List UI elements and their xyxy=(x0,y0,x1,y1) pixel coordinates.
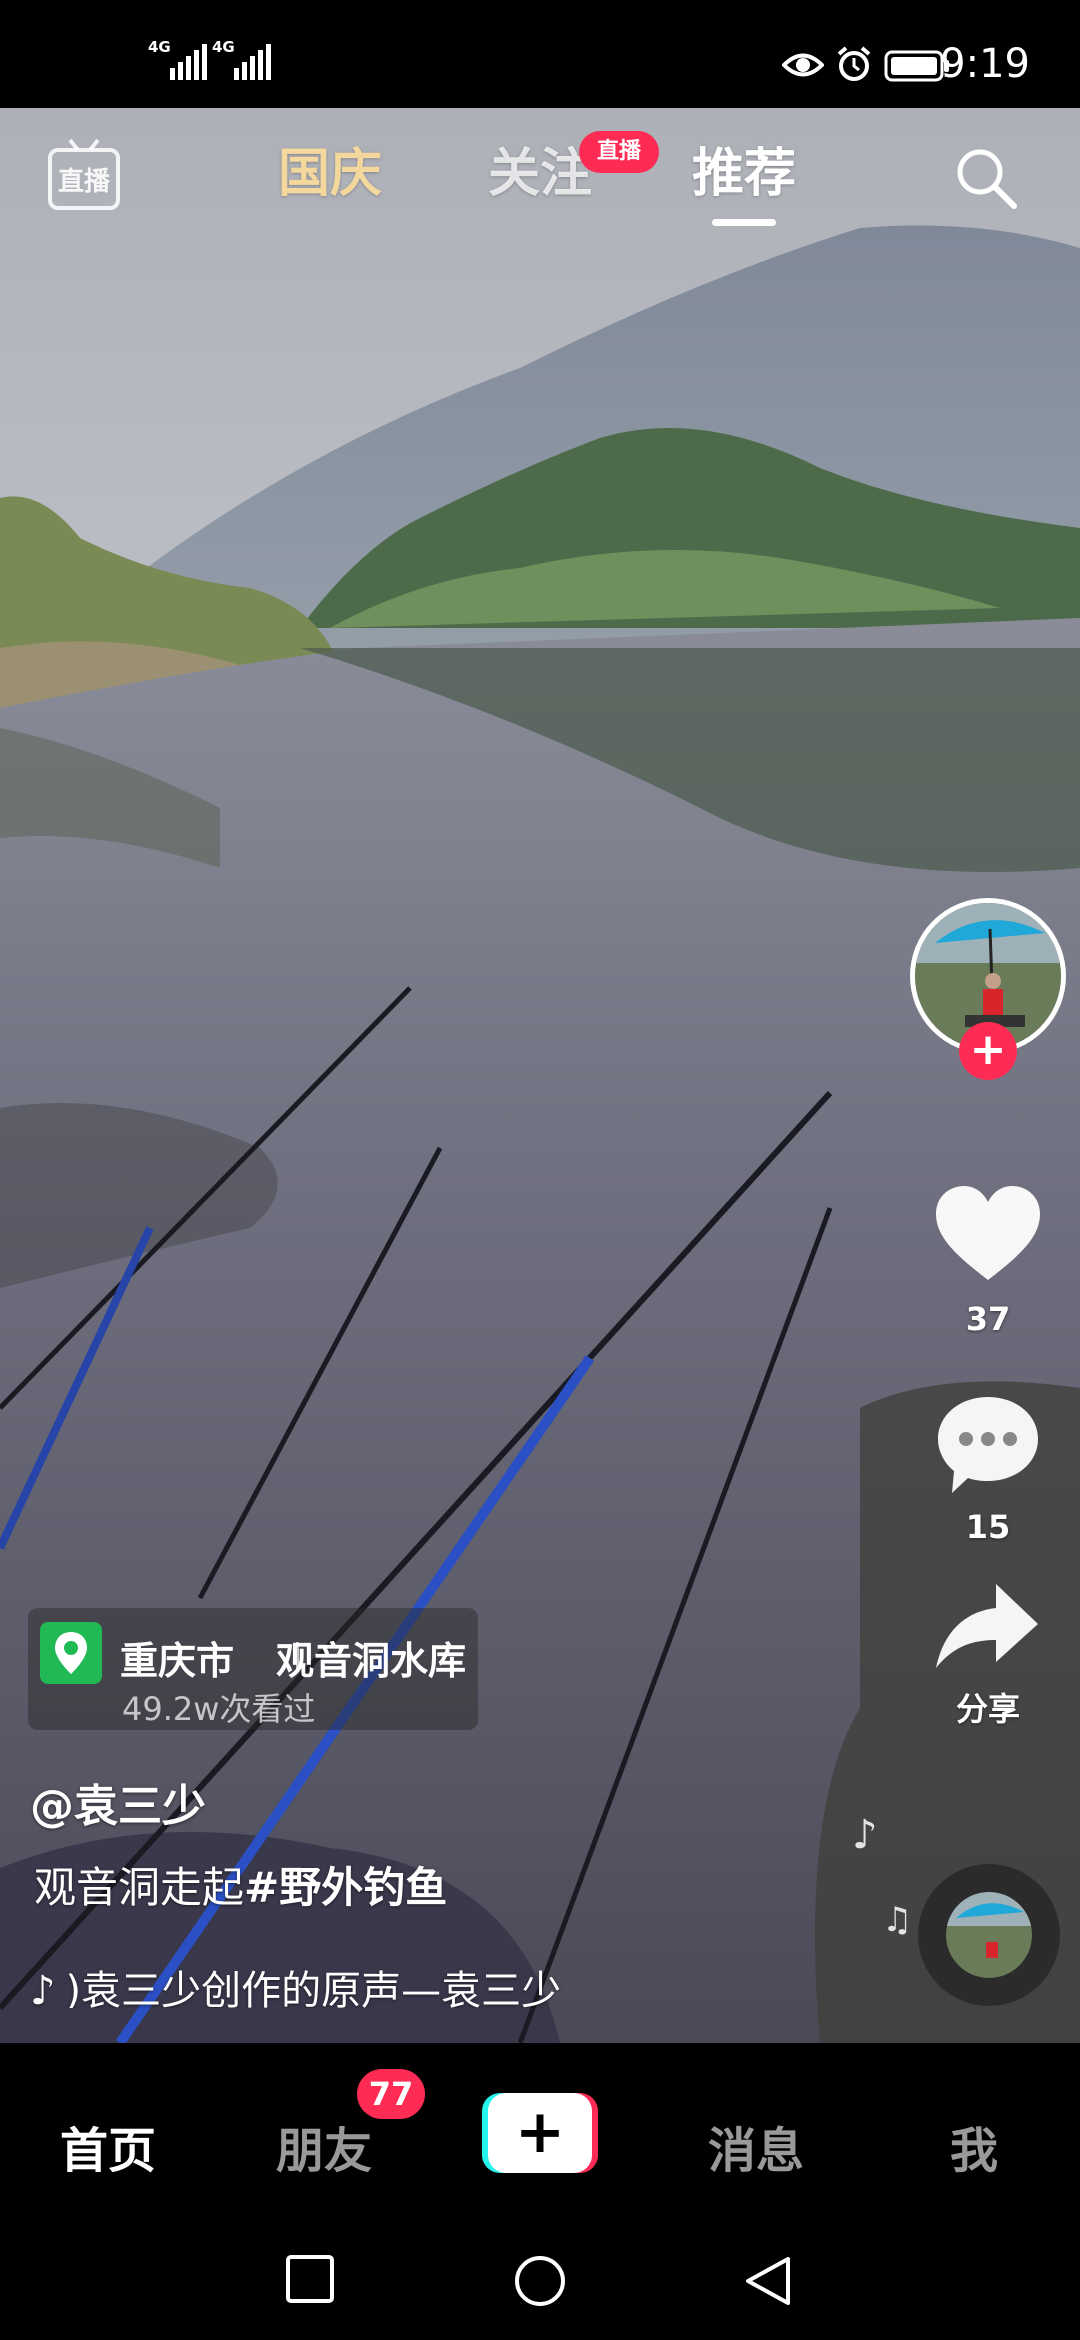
author-name[interactable]: @袁三少 xyxy=(30,1770,206,1834)
active-tab-indicator xyxy=(712,219,776,226)
tiktok-note-icon: ♪ xyxy=(30,1968,56,2008)
friends-badge: 77 xyxy=(357,2069,425,2119)
video-frame xyxy=(0,108,1080,2043)
eye-icon xyxy=(782,53,824,77)
share-label: 分享 xyxy=(955,1690,1020,1728)
video-player[interactable] xyxy=(0,108,1080,2043)
location-city: 重庆市 xyxy=(120,1639,235,1683)
like-heart-icon[interactable] xyxy=(934,1184,1042,1284)
comment-count: 15 xyxy=(965,1508,1011,1546)
recents-square-icon[interactable] xyxy=(284,2253,336,2305)
music-note-icon: ♫ xyxy=(882,1900,913,1940)
tab-friends[interactable]: 朋友 xyxy=(276,2123,372,2179)
sim2-signal-icon: 4G xyxy=(212,40,271,80)
location-views: 49.2w次看过 xyxy=(122,1690,316,1728)
tab-following[interactable]: 关注 xyxy=(488,144,592,204)
tab-recommended[interactable]: 推荐 xyxy=(692,144,796,204)
sim2-label: 4G xyxy=(212,38,235,56)
alarm-icon xyxy=(837,46,871,81)
live-tv-icon[interactable]: 直播 xyxy=(46,134,122,214)
plus-icon: + xyxy=(514,2097,566,2167)
share-arrow-icon[interactable] xyxy=(934,1582,1040,1670)
caption: 观音洞走起#野外钓鱼 xyxy=(34,1854,447,1915)
caption-hashtag[interactable]: #野外钓鱼 xyxy=(244,1863,447,1912)
sim1-signal-icon: 4G xyxy=(148,40,207,80)
comment-bubble-icon[interactable] xyxy=(934,1393,1042,1497)
bottom-tab-bar: 首页 朋友 77 + 消息 我 xyxy=(0,2043,1080,2223)
live-icon-label: 直播 xyxy=(58,167,111,197)
back-triangle-icon[interactable] xyxy=(742,2253,794,2309)
status-time: 9:19 xyxy=(940,41,1030,87)
status-bar: 4G 4G 9:19 xyxy=(0,0,1080,108)
tab-messages[interactable]: 消息 xyxy=(708,2123,804,2179)
home-circle-icon[interactable] xyxy=(512,2253,568,2309)
location-card[interactable]: 重庆市 观音洞水库 49.2w次看过 xyxy=(28,1608,478,1730)
tab-guoqing[interactable]: 国庆 xyxy=(278,144,382,204)
follow-button[interactable]: + xyxy=(959,1022,1017,1080)
caption-text: 观音洞走起 xyxy=(34,1863,245,1912)
tab-me[interactable]: 我 xyxy=(950,2123,998,2179)
music-disc[interactable] xyxy=(918,1864,1060,2006)
music-line[interactable]: ♪)袁三少创作的原声—袁三少 xyxy=(30,1958,570,2008)
music-disc-cover xyxy=(946,1892,1032,1978)
music-text: )袁三少创作的原声—袁三少 xyxy=(65,1968,562,2008)
system-nav-bar xyxy=(0,2223,1080,2340)
location-pin-icon xyxy=(40,1622,102,1684)
tab-home[interactable]: 首页 xyxy=(60,2123,156,2179)
live-badge: 直播 xyxy=(579,131,660,173)
location-place: 观音洞水库 xyxy=(276,1639,467,1683)
create-button[interactable]: + xyxy=(482,2093,598,2173)
music-note-icon: ♪ xyxy=(852,1812,878,1858)
sim1-label: 4G xyxy=(148,38,171,56)
like-count: 37 xyxy=(965,1300,1011,1338)
search-icon[interactable] xyxy=(952,144,1020,212)
